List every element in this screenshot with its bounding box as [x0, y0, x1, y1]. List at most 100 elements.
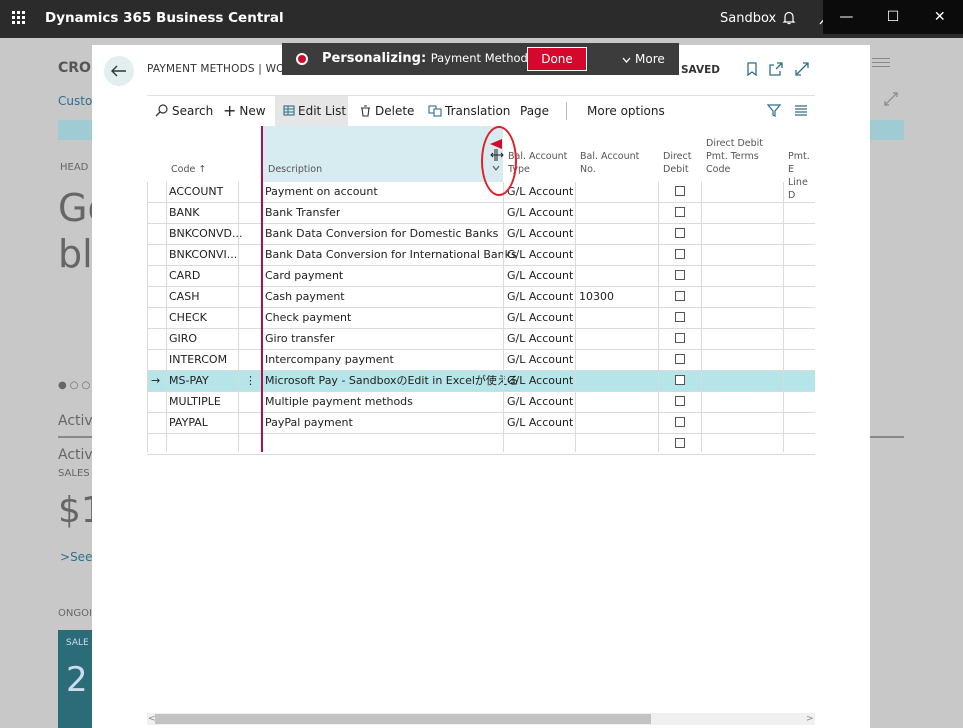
- cell-description: Cash payment: [265, 290, 345, 303]
- done-button[interactable]: Done: [527, 47, 587, 71]
- search-icon: [155, 104, 168, 117]
- bg-headline-2: bl: [58, 232, 93, 276]
- table-row[interactable]: CARD Card payment G/L Account: [147, 266, 815, 287]
- cell-code: MULTIPLE: [169, 395, 221, 408]
- cell-description: Check payment: [265, 311, 352, 324]
- list-view-icon[interactable]: [794, 105, 808, 116]
- bg-activities: Activ: [58, 413, 93, 429]
- cell-description: Giro transfer: [265, 332, 335, 345]
- grid-border-left: [147, 182, 148, 452]
- bell-icon[interactable]: [782, 10, 796, 26]
- table-row[interactable]: ACCOUNT Payment on account G/L Account: [147, 182, 815, 203]
- table-row[interactable]: BNKCONVI... Bank Data Conversion for Inte…: [147, 245, 815, 266]
- direct-debit-checkbox[interactable]: [675, 228, 685, 238]
- direct-debit-checkbox[interactable]: [675, 270, 685, 280]
- cell-bal-account-type: G/L Account: [507, 311, 574, 324]
- direct-debit-checkbox[interactable]: [675, 438, 685, 448]
- table-row[interactable]: CASH Cash payment G/L Account 10300: [147, 287, 815, 308]
- annotation-circle: [481, 126, 517, 196]
- bg-divider-right: [870, 436, 904, 438]
- cell-description: Bank Data Conversion for Domestic Banks: [265, 227, 499, 240]
- bookmark-icon[interactable]: [745, 62, 759, 76]
- cell-bal-account-no: 10300: [579, 290, 614, 303]
- more-button[interactable]: More: [622, 52, 665, 66]
- open-new-window-icon[interactable]: [769, 62, 783, 76]
- table-row[interactable]: BANK Bank Transfer G/L Account: [147, 203, 815, 224]
- dd-terms-line1: Direct Debit: [706, 138, 764, 149]
- row-selector[interactable]: →: [151, 371, 160, 392]
- direct-debit-checkbox[interactable]: [675, 333, 685, 343]
- bg-kpi-value: 2: [66, 660, 88, 700]
- bg-activities-2: Activ: [58, 447, 93, 463]
- cell-code: BANK: [169, 206, 200, 219]
- minimize-button[interactable]: —: [823, 0, 870, 34]
- grid-col-divider: [575, 182, 576, 452]
- table-row[interactable]: CHECK Check payment G/L Account: [147, 308, 815, 329]
- bal-no-line1: Bal. Account: [580, 151, 640, 162]
- table-row[interactable]: BNKCONVD... Bank Data Conversion for Dome…: [147, 224, 815, 245]
- column-header-description[interactable]: Description: [268, 163, 322, 176]
- scrollbar-thumb[interactable]: [155, 714, 651, 724]
- bg-filter-pill-right: [870, 120, 904, 140]
- column-header-dd-pmt-terms[interactable]: Direct Debit Pmt. Terms Code: [706, 137, 763, 176]
- table-row[interactable]: MULTIPLE Multiple payment methods G/L Acco…: [147, 392, 815, 413]
- filter-icon[interactable]: [767, 104, 781, 117]
- direct-debit-checkbox[interactable]: [675, 186, 685, 196]
- close-window-button[interactable]: ✕: [916, 0, 963, 34]
- cell-code: ACCOUNT: [169, 185, 224, 198]
- cell-code: CASH: [169, 290, 200, 303]
- grid-col-divider: [701, 182, 702, 452]
- new-action[interactable]: + New: [223, 96, 266, 126]
- column-header-code[interactable]: Code ↑: [171, 163, 206, 176]
- arrow-left-icon: [111, 65, 126, 77]
- cell-bal-account-type: G/L Account: [507, 395, 574, 408]
- personalization-bar: Personalizing: Payment Methods Done More: [282, 43, 679, 75]
- column-header-bal-account-no[interactable]: Bal. Account No.: [580, 150, 639, 176]
- direct-debit-checkbox[interactable]: [675, 207, 685, 217]
- app-launcher-icon[interactable]: [12, 11, 26, 25]
- direct-debit-checkbox[interactable]: [675, 354, 685, 364]
- direct-debit-checkbox[interactable]: [675, 291, 685, 301]
- bg-see-label: See: [70, 550, 93, 564]
- direct-debit-checkbox[interactable]: [675, 417, 685, 427]
- cell-bal-account-type: G/L Account: [507, 206, 574, 219]
- direct-debit-checkbox[interactable]: [675, 312, 685, 322]
- table-row[interactable]: PAYPAL PayPal payment G/L Account: [147, 413, 815, 434]
- direct-debit-checkbox[interactable]: [675, 396, 685, 406]
- table-row[interactable]: → MS-PAY ⋮ Microsoft Pay - SandboxのEdit in …: [147, 371, 815, 392]
- row-menu-icon[interactable]: ⋮: [245, 371, 256, 392]
- translation-action[interactable]: Translation: [428, 96, 510, 126]
- grid-col-divider: [658, 182, 659, 452]
- app-bar: Dynamics 365 Business Central Sandbox — …: [0, 0, 963, 38]
- back-button[interactable]: [104, 56, 134, 86]
- more-options-action[interactable]: More options: [587, 96, 665, 126]
- cell-code: BNKCONVD...: [169, 227, 243, 240]
- horizontal-scrollbar[interactable]: < >: [147, 713, 815, 725]
- page-action[interactable]: Page: [520, 96, 549, 126]
- bg-collapse-icon: [884, 92, 898, 106]
- delete-action[interactable]: Delete: [360, 96, 414, 126]
- direct-debit-checkbox[interactable]: [675, 375, 685, 385]
- cell-code: CHECK: [169, 311, 207, 324]
- cell-code: CARD: [169, 269, 201, 282]
- dd-terms-line3: Code: [706, 164, 731, 175]
- edit-list-action[interactable]: Edit List: [275, 96, 348, 126]
- expand-icon[interactable]: [795, 62, 809, 76]
- saved-status: SAVED: [681, 64, 720, 76]
- sort-ascending-icon: ↑: [198, 164, 207, 175]
- direct-debit-checkbox[interactable]: [675, 249, 685, 259]
- table-row[interactable]: INTERCOM Intercompany payment G/L Account: [147, 350, 815, 371]
- table-row[interactable]: GIRO Giro transfer G/L Account: [147, 329, 815, 350]
- column-header-direct-debit[interactable]: Direct Debit: [663, 150, 691, 176]
- maximize-button[interactable]: ☐: [870, 0, 917, 34]
- bg-sales: SALES: [58, 468, 90, 479]
- action-bar: Search + New Edit List Delete Translation…: [147, 95, 815, 126]
- scroll-right-icon[interactable]: >: [806, 713, 814, 725]
- edit-list-icon: [283, 105, 295, 116]
- trash-icon: [361, 105, 370, 117]
- cell-description: Bank Transfer: [265, 206, 341, 219]
- table-row[interactable]: [147, 434, 815, 455]
- action-separator: [566, 102, 567, 120]
- direct-debit-line2: Debit: [663, 164, 689, 175]
- search-action[interactable]: Search: [155, 96, 213, 126]
